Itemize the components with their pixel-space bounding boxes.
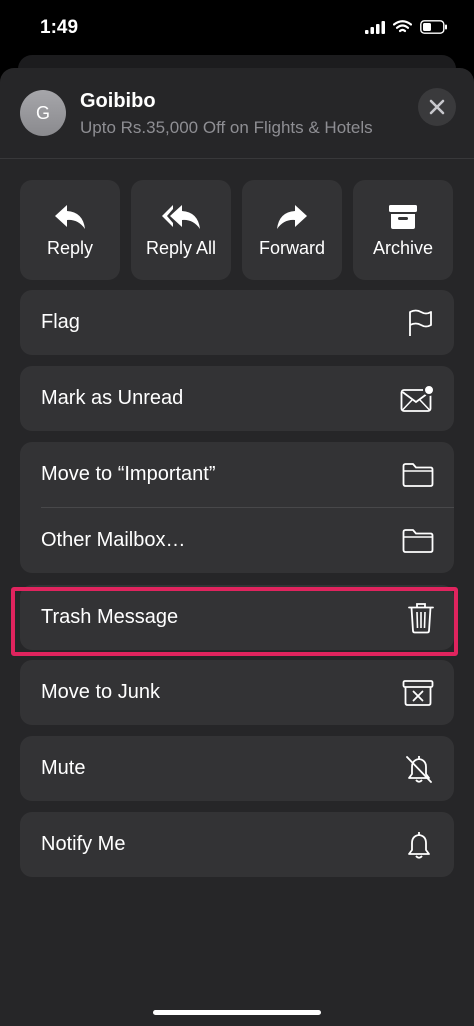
sender-name: Goibibo (80, 90, 156, 112)
menu-group-notify: Notify Me (20, 812, 454, 877)
close-button[interactable] (418, 88, 456, 126)
menu-group-unread: Mark as Unread (20, 366, 454, 431)
close-icon (429, 99, 445, 115)
menu-group-move: Move to “Important” Other Mailbox… (20, 442, 454, 573)
home-indicator[interactable] (153, 1010, 321, 1015)
forward-label: Forward (258, 238, 325, 258)
menu-item-move-junk[interactable]: Move to Junk (20, 660, 454, 725)
archive-button[interactable]: Archive (353, 180, 453, 280)
reply-all-button[interactable]: Reply All (131, 180, 231, 280)
flag-icon (409, 309, 432, 336)
move-junk-label: Move to Junk (41, 681, 160, 703)
message-header: G Goibibo Upto Rs.35,000 Off on Flights … (0, 68, 474, 159)
menu-group-mute: Mute (20, 736, 454, 801)
flag-label: Flag (41, 311, 80, 333)
other-mailbox-label: Other Mailbox… (41, 529, 186, 551)
forward-button[interactable]: Forward (242, 180, 342, 280)
notify-label: Notify Me (41, 833, 126, 855)
reply-label: Reply (46, 238, 94, 258)
status-bar: 1:49 (0, 0, 474, 56)
message-subject: Upto Rs.35,000 Off on Flights & Hotels (80, 118, 373, 137)
mark-unread-label: Mark as Unread (41, 387, 184, 409)
folder-icon (402, 462, 434, 487)
reply-button[interactable]: Reply (20, 180, 120, 280)
menu-item-notify[interactable]: Notify Me (20, 812, 454, 877)
menu-item-other-mailbox[interactable]: Other Mailbox… (20, 508, 454, 573)
menu-group-junk: Move to Junk (20, 660, 454, 725)
menu-item-flag[interactable]: Flag (20, 290, 454, 355)
status-time: 1:49 (40, 17, 79, 38)
action-sheet: G Goibibo Upto Rs.35,000 Off on Flights … (0, 68, 474, 1026)
reply-all-icon (162, 205, 200, 229)
move-important-label: Move to “Important” (41, 463, 216, 485)
quick-actions: Reply Reply All Forward Archive (20, 180, 454, 280)
menu-item-mute[interactable]: Mute (20, 736, 454, 801)
highlight-box (11, 587, 458, 656)
reply-all-label: Reply All (145, 238, 217, 258)
folder-icon (402, 528, 434, 553)
wifi-icon (393, 20, 412, 33)
bell-slash-icon (406, 755, 432, 783)
forward-icon (277, 205, 307, 229)
status-icons (365, 20, 448, 34)
bell-icon (408, 831, 430, 859)
menu-item-mark-unread[interactable]: Mark as Unread (20, 366, 454, 431)
archive-label: Archive (372, 238, 434, 258)
avatar: G (20, 90, 66, 136)
signal-icon (365, 20, 385, 34)
reply-icon (55, 205, 85, 229)
mute-label: Mute (41, 757, 86, 779)
unread-envelope-icon (400, 383, 434, 412)
menu-group-flag: Flag (20, 290, 454, 355)
archive-icon (389, 205, 417, 229)
junk-icon (402, 679, 434, 706)
battery-icon (420, 20, 447, 34)
menu-item-move-important[interactable]: Move to “Important” (20, 442, 454, 507)
